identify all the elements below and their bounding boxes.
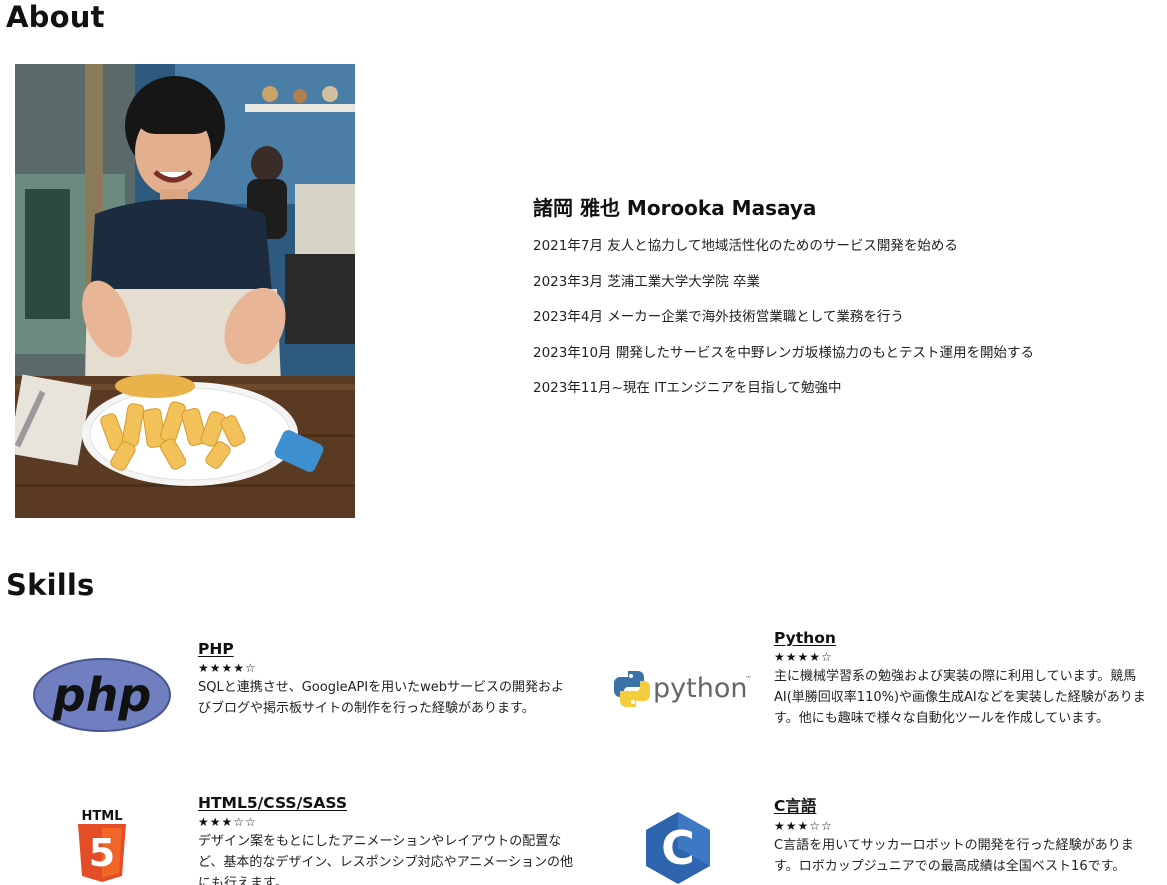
html5-logo-number: 5 <box>89 831 115 875</box>
skill-name-link[interactable]: C言語 <box>774 794 1154 816</box>
python-logo-icon: python ™ <box>612 667 752 715</box>
skill-text: Python ★★★★☆ 主に機械学習系の勉強および実装の際に利用しています。競… <box>774 629 1154 729</box>
history-item: 2021年7月 友人と協力して地域活性化のためのサービス開発を始める <box>533 238 958 254</box>
skill-text: PHP ★★★★☆ SQLと連携させ、GoogleAPIを用いたwebサービスの… <box>198 640 576 719</box>
history-item: 2023年10月 開発したサービスを中野レンガ坂様協力のもとテスト運用を開始する <box>533 344 1035 361</box>
skill-name-link[interactable]: HTML5/CSS/SASS <box>198 794 576 812</box>
php-logo-text: php <box>52 668 152 722</box>
skill-name-link[interactable]: Python <box>774 629 1154 647</box>
skill-rating: ★★★★☆ <box>198 661 257 675</box>
history-item: 2023年4月 メーカー企業で海外技術営業職として業務を行う <box>533 309 904 325</box>
skill-description: デザイン案をもとにしたアニメーションやレイアウトの配置など、基本的なデザイン、レ… <box>198 834 574 885</box>
skill-rating: ★★★☆☆ <box>774 819 833 833</box>
bio: 諸岡 雅也 Morooka Masaya 2021年7月 友人と協力して地域活性… <box>533 192 1153 415</box>
history-list: 2021年7月 友人と協力して地域活性化のためのサービス開発を始める 2023年… <box>533 237 1153 415</box>
php-logo-icon: php <box>32 657 172 737</box>
skill-rating: ★★★☆☆ <box>198 815 257 829</box>
skill-text: HTML5/CSS/SASS ★★★☆☆ デザイン案をもとにしたアニメーションや… <box>198 794 576 885</box>
skill-description: SQLと連携させ、GoogleAPIを用いたwebサービスの開発およびブログや掲… <box>198 680 565 716</box>
html5-logo-text: HTML <box>82 809 123 824</box>
c-logo-text: C <box>661 821 695 875</box>
history-item: 2023年11月~現在 ITエンジニアを目指して勉強中 <box>533 380 842 396</box>
skill-text: C言語 ★★★☆☆ C言語を用いてサッカーロボットの開発を行った経験があります。… <box>774 794 1154 877</box>
profile-photo <box>15 64 355 518</box>
history-item: 2023年3月 芝浦工業大学大学院 卒業 <box>533 273 761 290</box>
page: About 諸岡 雅也 Morooka Masaya 2021年7月 友人と協力… <box>0 0 1167 885</box>
python-logo-text: python <box>653 673 747 704</box>
skill-rating: ★★★★☆ <box>774 650 833 664</box>
skill-description: C言語を用いてサッカーロボットの開発を行った経験があります。ロボカップジュニアで… <box>774 838 1134 874</box>
skill-name-link[interactable]: PHP <box>198 640 576 658</box>
python-logo-tm: ™ <box>745 675 752 683</box>
skills-heading: Skills <box>6 568 95 602</box>
about-heading: About <box>6 0 105 34</box>
html5-logo-icon: HTML 5 <box>76 808 128 885</box>
profile-name: 諸岡 雅也 Morooka Masaya <box>533 196 817 220</box>
c-language-logo-icon: C <box>643 810 713 885</box>
skill-description: 主に機械学習系の勉強および実装の際に利用しています。競馬AI(単勝回収率110%… <box>774 669 1146 726</box>
